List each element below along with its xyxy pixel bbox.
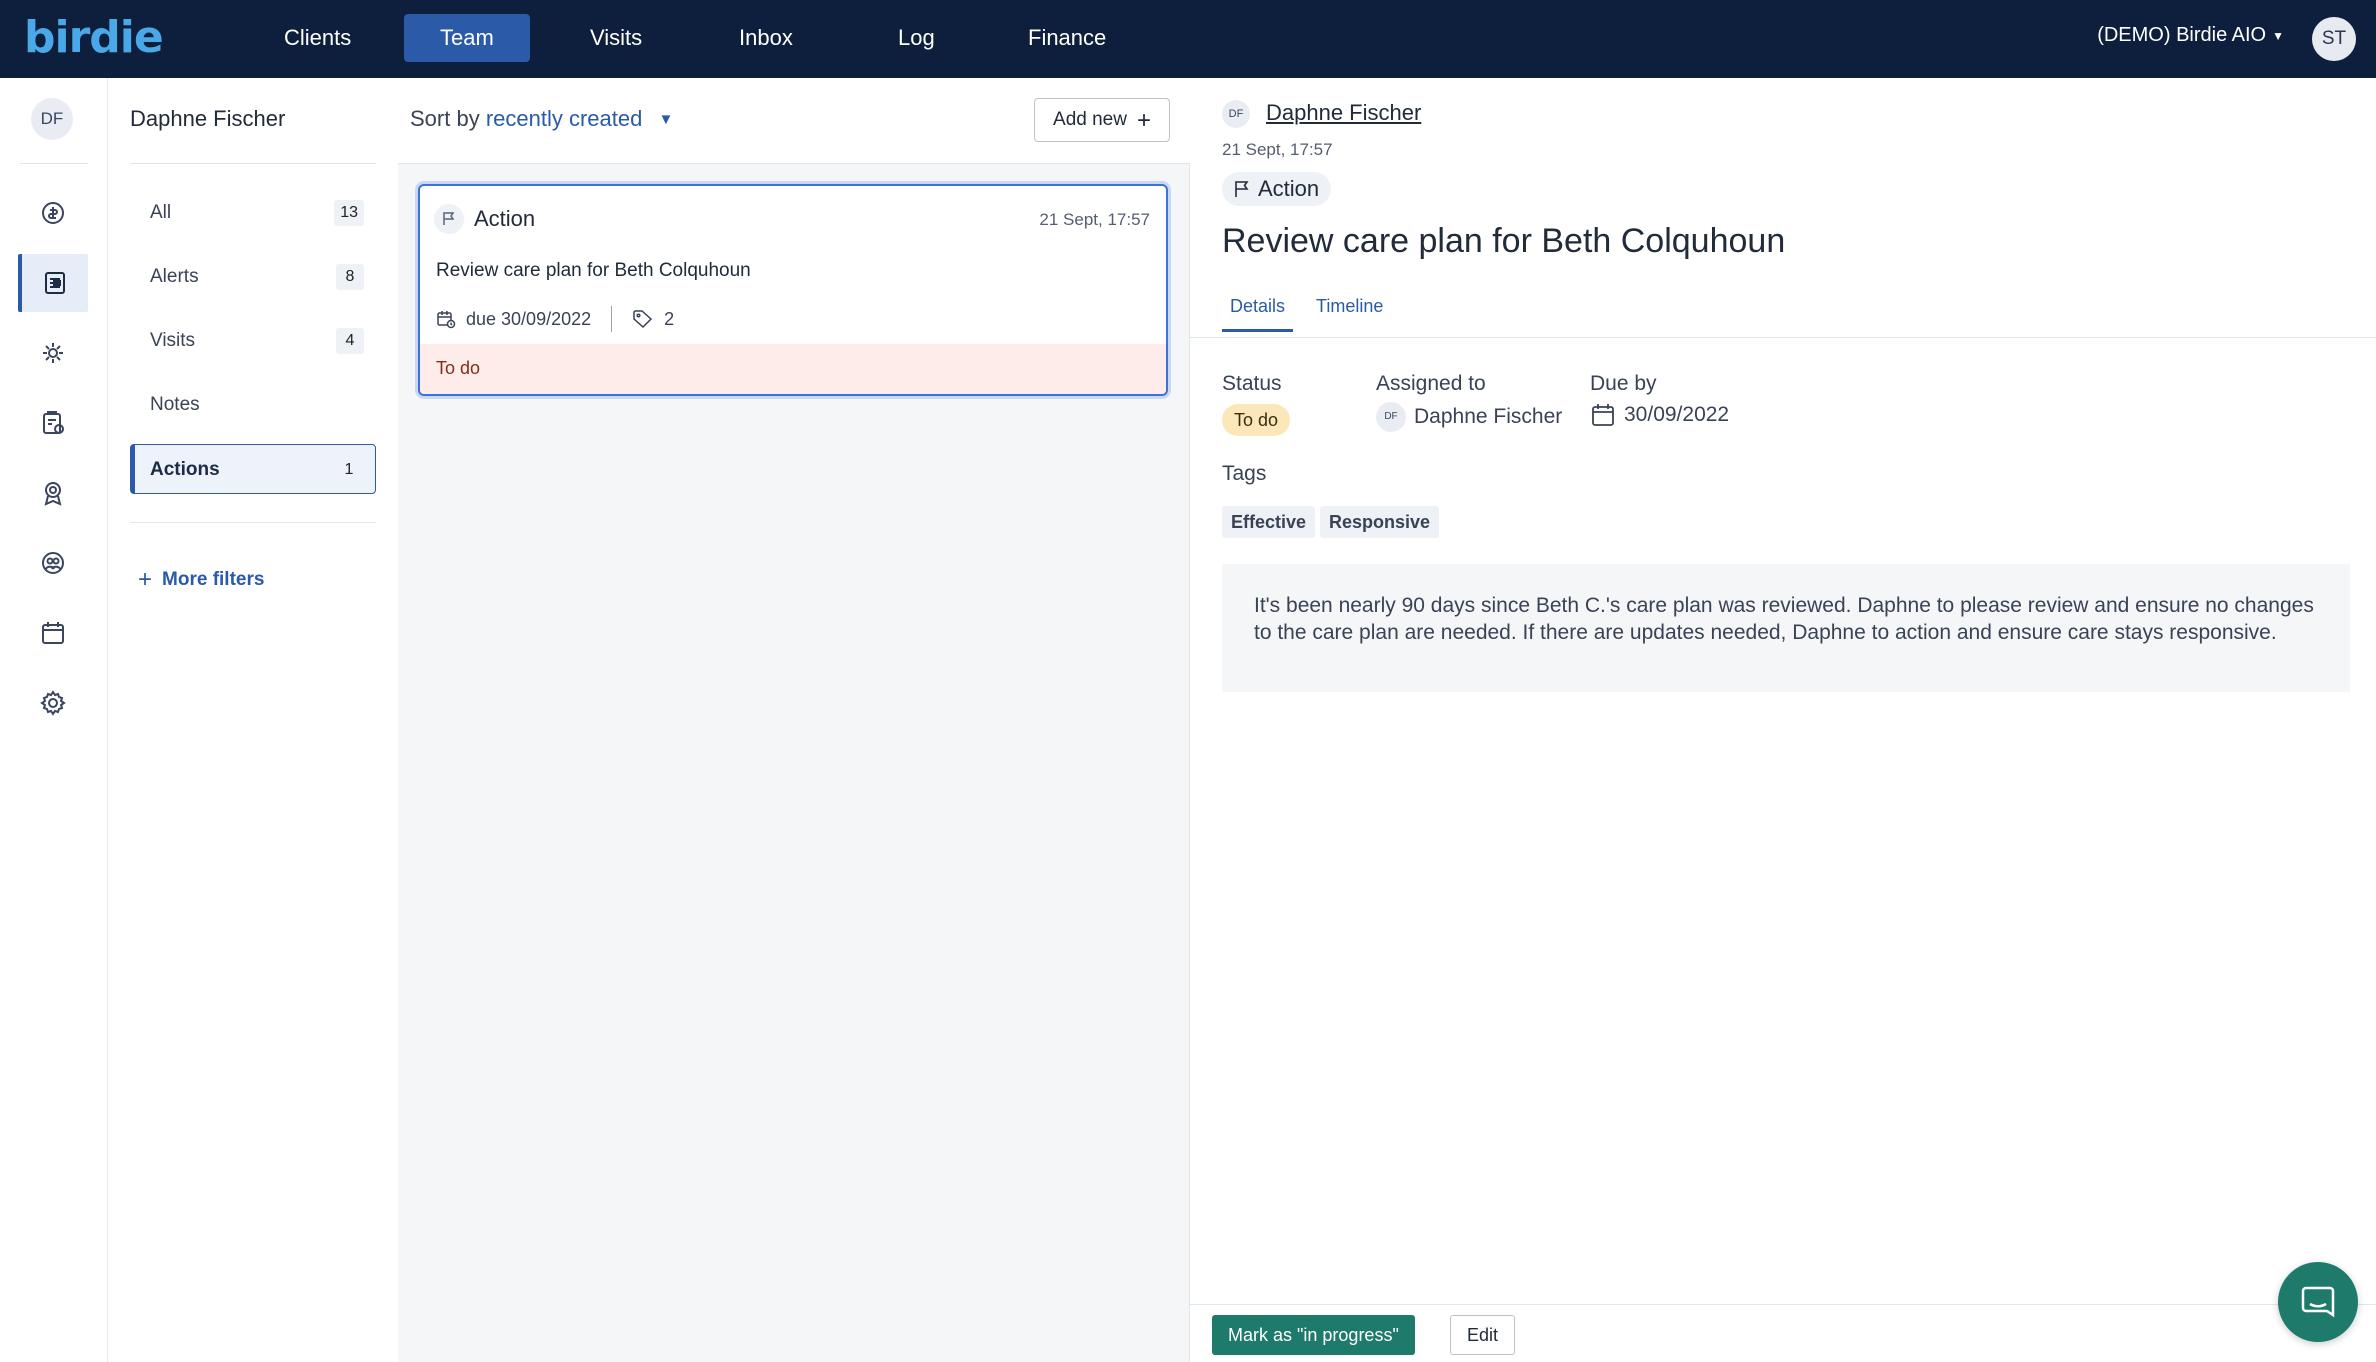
checklist-icon[interactable]: [18, 394, 88, 452]
due-date: 30/09/2022: [1590, 402, 1729, 428]
list-header: Sort by recently created ▼ Add new +: [398, 78, 1190, 164]
plus-icon: +: [138, 566, 153, 593]
card-type: Action: [474, 206, 536, 231]
nav-inbox[interactable]: Inbox: [703, 14, 829, 62]
user-avatar[interactable]: ST: [2312, 17, 2356, 61]
sort-control[interactable]: Sort by recently created ▼: [410, 106, 673, 132]
divider: [130, 522, 376, 523]
status-badge: To do: [1222, 404, 1291, 436]
caret-down-icon: ▼: [2272, 28, 2284, 43]
settings-cog-icon[interactable]: [18, 324, 88, 382]
tag-responsive: Responsive: [1320, 506, 1440, 538]
nav-team[interactable]: Team: [404, 14, 530, 62]
filter-label: Visits: [150, 330, 196, 351]
filter-count: 8: [336, 264, 364, 290]
type-badge: Action: [1222, 172, 1332, 206]
calendar-icon[interactable]: [18, 604, 88, 662]
assignee-name: Daphne Fischer: [1414, 405, 1563, 428]
detail-timestamp: 21 Sept, 17:57: [1222, 140, 1333, 159]
icon-rail: DF: [0, 78, 108, 1362]
divider: [611, 306, 613, 332]
author-avatar: DF: [1222, 100, 1250, 128]
filter-count: 4: [336, 328, 364, 354]
filter-all[interactable]: All 13: [130, 188, 376, 238]
chat-icon[interactable]: [2278, 1262, 2358, 1342]
filter-visits[interactable]: Visits 4: [130, 316, 376, 366]
organisation-name: (DEMO) Birdie AIO: [2097, 24, 2267, 46]
tab-timeline[interactable]: Timeline: [1308, 296, 1391, 329]
divider: [20, 163, 88, 164]
more-filters-button[interactable]: + More filters: [138, 566, 264, 594]
assignee: DF Daphne Fischer: [1376, 402, 1562, 432]
due-value: 30/09/2022: [1624, 403, 1730, 426]
people-icon[interactable]: [18, 534, 88, 592]
card-meta: due 30/09/2022 2: [436, 306, 674, 332]
award-icon[interactable]: [18, 464, 88, 522]
description: It's been nearly 90 days since Beth C.'s…: [1222, 564, 2350, 692]
detail-panel: DF Daphne Fischer 21 Sept, 17:57 Action …: [1190, 78, 2376, 1362]
action-card[interactable]: Action 21 Sept, 17:57 Review care plan f…: [418, 184, 1168, 396]
calendar-clock-icon: [437, 311, 456, 329]
flag-icon: [1235, 181, 1249, 197]
mark-in-progress-button[interactable]: Mark as "in progress": [1212, 1315, 1415, 1355]
nav-clients[interactable]: Clients: [248, 14, 387, 62]
detail-tabs: Details Timeline: [1190, 288, 2376, 338]
filter-label: Actions: [150, 459, 220, 480]
organisation-selector[interactable]: (DEMO) Birdie AIO ▼: [2097, 24, 2284, 47]
author-link[interactable]: Daphne Fischer: [1266, 100, 1421, 126]
action-footer: Mark as "in progress" Edit: [1190, 1304, 2376, 1362]
gear-icon[interactable]: [18, 674, 88, 732]
divider: [130, 163, 376, 164]
card-title: Review care plan for Beth Colquhoun: [436, 260, 751, 281]
type-label: Action: [1258, 176, 1320, 201]
add-new-label: Add new: [1053, 109, 1127, 130]
tags-label: Tags: [1222, 462, 1267, 485]
item-list: Sort by recently created ▼ Add new + Acti…: [398, 78, 1190, 1362]
finance-icon[interactable]: [18, 184, 88, 242]
sort-value[interactable]: recently created: [486, 106, 643, 131]
flag-icon: [434, 204, 464, 234]
assigned-label: Assigned to: [1376, 372, 1486, 395]
filter-count: 13: [334, 200, 364, 226]
status-label: Status: [1222, 372, 1282, 395]
notes-icon[interactable]: [18, 254, 88, 312]
more-filters-label: More filters: [162, 569, 265, 590]
filter-alerts[interactable]: Alerts 8: [130, 252, 376, 302]
card-tag-count: 2: [664, 308, 675, 329]
edit-button[interactable]: Edit: [1450, 1315, 1516, 1355]
assignee-avatar: DF: [1376, 402, 1406, 432]
sort-label: Sort by: [410, 106, 480, 131]
staff-avatar[interactable]: DF: [31, 98, 73, 140]
due-label: Due by: [1590, 372, 1657, 395]
add-new-button[interactable]: Add new +: [1034, 98, 1170, 142]
caret-down-icon[interactable]: ▼: [658, 111, 673, 128]
card-due: due 30/09/2022: [466, 308, 592, 329]
detail-title: Review care plan for Beth Colquhoun: [1222, 222, 1786, 260]
filter-label: Notes: [150, 394, 200, 415]
nav-visits[interactable]: Visits: [554, 14, 678, 62]
top-navigation-bar: birdie Clients Team Visits Inbox Log Fin…: [0, 0, 2376, 78]
plus-icon: +: [1136, 107, 1151, 134]
staff-name: Daphne Fischer: [130, 106, 286, 131]
nav-log[interactable]: Log: [862, 14, 971, 62]
calendar-icon: [1592, 404, 1614, 426]
filter-label: All: [150, 202, 172, 223]
tab-details[interactable]: Details: [1222, 296, 1294, 332]
card-status: To do: [420, 344, 1166, 394]
filter-actions[interactable]: Actions 1: [130, 444, 376, 494]
card-timestamp: 21 Sept, 17:57: [1039, 210, 1150, 229]
filter-panel: Daphne Fischer All 13 Alerts 8 Visits 4 …: [108, 78, 398, 1362]
tag-icon: [633, 310, 653, 329]
filter-label: Alerts: [150, 266, 199, 287]
birdie-logo[interactable]: birdie: [24, 12, 164, 63]
filter-notes[interactable]: Notes: [130, 380, 376, 430]
tag-effective: Effective: [1222, 506, 1316, 538]
filter-count: 1: [344, 461, 354, 478]
nav-finance[interactable]: Finance: [992, 14, 1142, 62]
